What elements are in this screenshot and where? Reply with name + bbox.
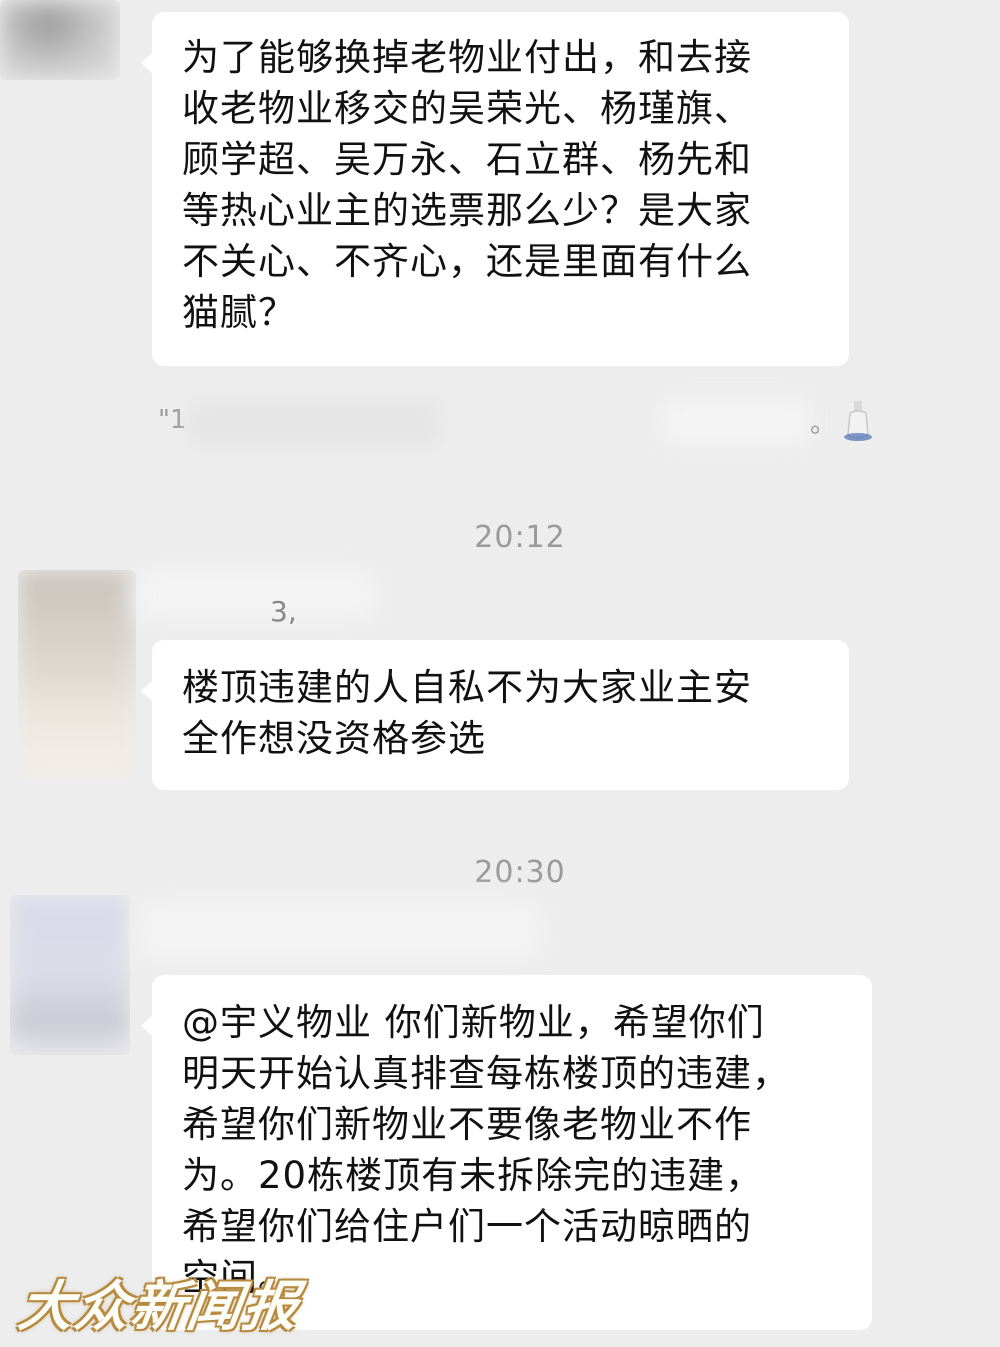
newspaper-watermark-logo: 大众新闻报 <box>14 1274 304 1338</box>
message-text-2: 楼顶违建的人自私不为大家业主安 全作想没资格参选 <box>182 666 752 760</box>
message-bubble-1[interactable]: 为了能够换掉老物业付出，和去接 收老物业移交的吴荣光、杨瑾旗、 顾学超、吴万永、… <box>141 12 849 366</box>
message-text-1: 为了能够换掉老物业付出，和去接 收老物业移交的吴荣光、杨瑾旗、 顾学超、吴万永、… <box>182 36 752 334</box>
sender-avatar-3[interactable] <box>10 895 130 1055</box>
quote-open-text: "1 <box>158 405 187 435</box>
message-text-3: @宇义物业 你们新物业，希望你们 明天开始认真排查每栋楼顶的违建， 希望你们新物… <box>182 1001 790 1299</box>
quote-redaction <box>190 403 440 443</box>
quote-redaction-2 <box>660 399 810 445</box>
sender-name-redaction-2 <box>135 570 375 620</box>
sender-avatar-1[interactable] <box>0 0 120 80</box>
quoted-message-row[interactable]: "1 。 <box>150 395 880 455</box>
sender-name-fragment-2: 3, <box>270 595 297 628</box>
bottle-icon <box>844 401 872 441</box>
timestamp-2: 20:30 <box>474 855 566 890</box>
quote-close-text: 。 <box>810 409 837 439</box>
sender-avatar-2[interactable] <box>18 570 136 780</box>
sender-name-redaction-3 <box>140 900 540 960</box>
timestamp-1: 20:12 <box>474 520 566 555</box>
message-bubble-2[interactable]: 楼顶违建的人自私不为大家业主安 全作想没资格参选 <box>141 640 849 790</box>
